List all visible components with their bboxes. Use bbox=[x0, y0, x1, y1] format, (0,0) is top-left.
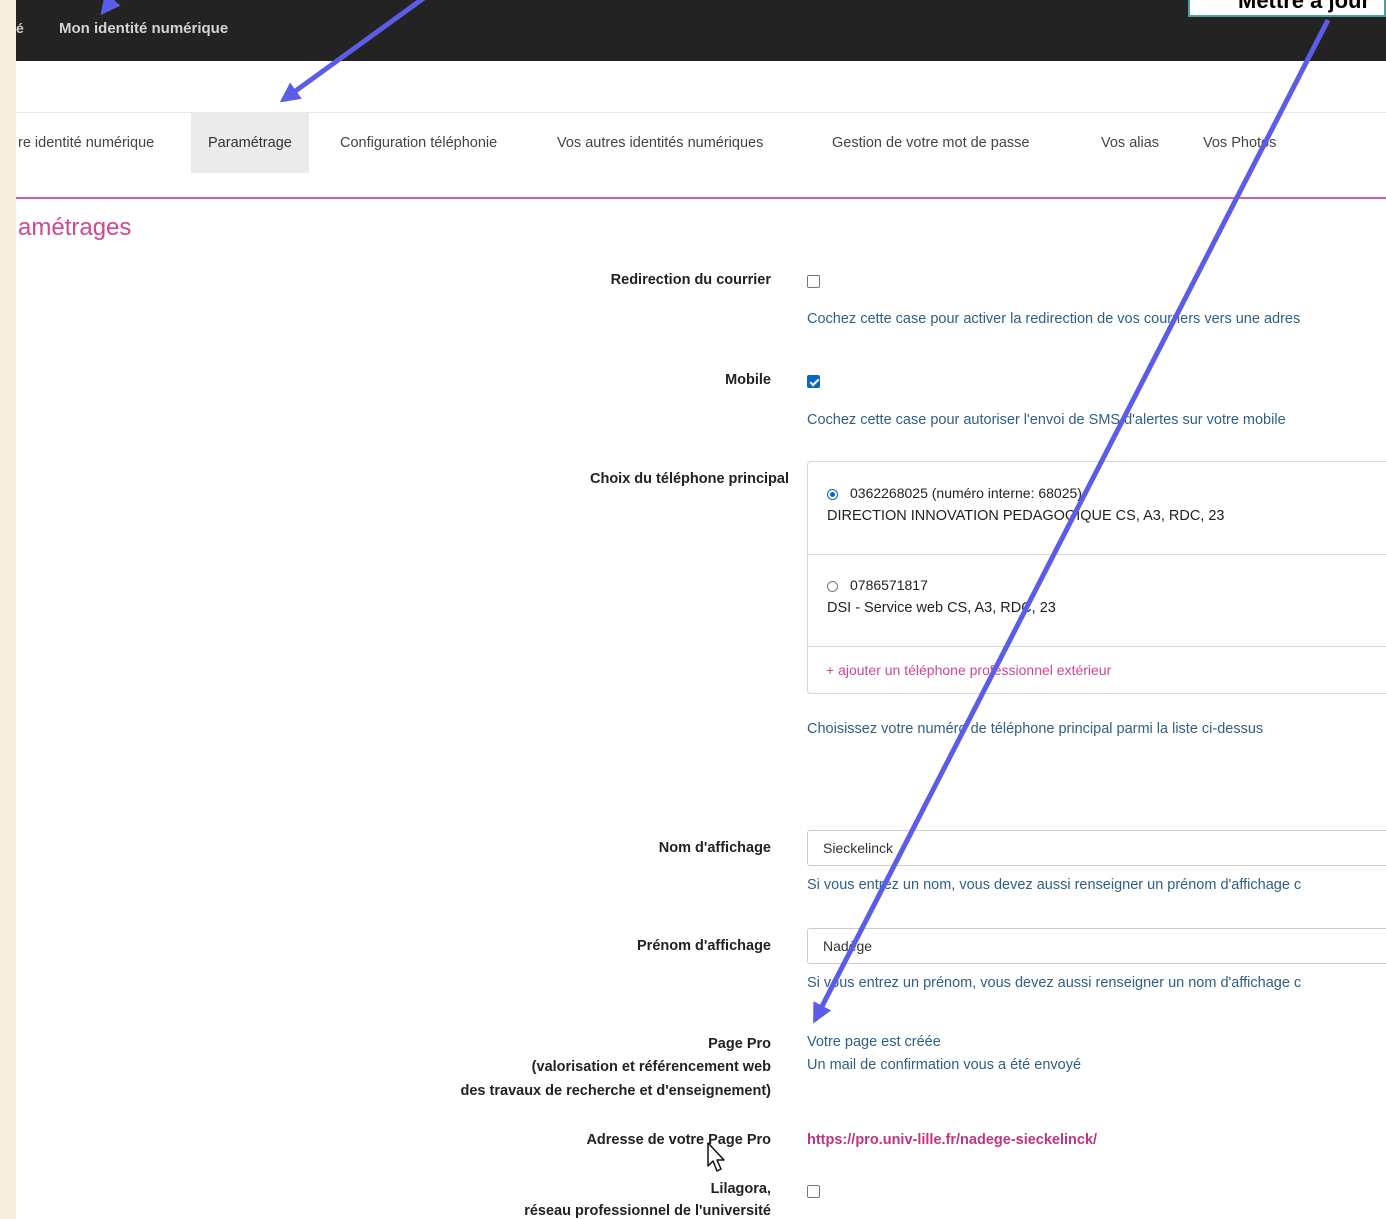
mobile-checkbox[interactable] bbox=[807, 375, 820, 388]
mobile-label: Mobile bbox=[725, 372, 771, 388]
phone-radio[interactable] bbox=[827, 581, 838, 592]
phone-options-list: 0362268025 (numéro interne: 68025) DIREC… bbox=[807, 461, 1386, 694]
tab-label: Vos alias bbox=[1101, 135, 1160, 151]
app-title[interactable]: Mon identité numérique bbox=[59, 20, 228, 37]
brand-glyph[interactable]: é bbox=[16, 20, 24, 36]
page-pro-confirmation: Un mail de confirmation vous a été envoy… bbox=[807, 1057, 1082, 1073]
add-external-phone-link[interactable]: + ajouter un téléphone professionnel ext… bbox=[826, 662, 1111, 678]
lilagora-label: Lilagora, bbox=[710, 1181, 771, 1197]
display-firstname-help: Si vous entrez un prénom, vous devez aus… bbox=[807, 975, 1302, 991]
page-pro-label-line2: (valorisation et référencement web bbox=[531, 1059, 771, 1075]
page-pro-label: Page Pro bbox=[708, 1036, 771, 1052]
tab-autres-identites[interactable]: Vos autres identités numériques bbox=[557, 113, 763, 173]
annotation-callout: Mettre à jour bbox=[1188, 0, 1386, 17]
display-name-help: Si vous entrez un nom, vous devez aussi … bbox=[807, 877, 1302, 893]
phone-choice-help: Choisissez votre numéro de téléphone pri… bbox=[807, 721, 1264, 737]
tab-identite-numerique[interactable]: re identité numérique bbox=[18, 113, 154, 173]
callout-text: Mettre à jour bbox=[1238, 0, 1371, 13]
phone-option[interactable]: 0362268025 (numéro interne: 68025) DIREC… bbox=[808, 462, 1386, 555]
phone-number: 0362268025 (numéro interne: 68025) bbox=[850, 485, 1082, 501]
phone-location: DSI - Service web CS, A3, RDC, 23 bbox=[827, 600, 1056, 616]
tab-photos[interactable]: Vos Photos bbox=[1203, 113, 1276, 173]
mobile-help: Cochez cette case pour autoriser l'envoi… bbox=[807, 412, 1286, 428]
lilagora-label-line2: réseau professionnel de l'université bbox=[524, 1203, 771, 1219]
tab-label: Vos autres identités numériques bbox=[557, 135, 764, 151]
tab-label: Gestion de votre mot de passe bbox=[832, 135, 1030, 151]
tab-alias[interactable]: Vos alias bbox=[1101, 113, 1159, 173]
tab-configuration-telephonie[interactable]: Configuration téléphonie bbox=[340, 113, 497, 173]
page-pro-address-label: Adresse de votre Page Pro bbox=[586, 1132, 771, 1148]
tab-bar: re identité numérique Paramétrage Config… bbox=[16, 112, 1386, 174]
display-name-label: Nom d'affichage bbox=[658, 840, 771, 856]
tab-label: re identité numérique bbox=[18, 135, 155, 151]
page-pro-status: Votre page est créée bbox=[807, 1034, 941, 1050]
display-firstname-label: Prénom d'affichage bbox=[637, 938, 771, 954]
display-name-input[interactable]: Sieckelinck bbox=[807, 830, 1386, 866]
top-navbar: é Mon identité numérique bbox=[16, 0, 1386, 61]
page-pro-url-link[interactable]: https://pro.univ-lille.fr/nadege-sieckel… bbox=[807, 1132, 1097, 1148]
tab-parametrage[interactable]: Paramétrage bbox=[191, 113, 309, 173]
phone-radio-selected[interactable] bbox=[827, 489, 838, 500]
tab-label: Configuration téléphonie bbox=[340, 135, 498, 151]
display-firstname-input[interactable]: Nadège bbox=[807, 928, 1386, 964]
redirection-checkbox[interactable] bbox=[807, 275, 820, 288]
phone-number: 0786571817 bbox=[850, 577, 928, 593]
section-divider bbox=[16, 197, 1386, 199]
redirection-label: Redirection du courrier bbox=[610, 272, 771, 288]
phone-location: DIRECTION INNOVATION PEDAGOGIQUE CS, A3,… bbox=[827, 508, 1225, 524]
lilagora-checkbox[interactable] bbox=[807, 1185, 820, 1198]
left-margin-strip bbox=[0, 0, 16, 1219]
page-title: amétrages bbox=[18, 214, 132, 241]
page-pro-label-line3: des travaux de recherche et d'enseigneme… bbox=[460, 1083, 771, 1099]
tab-mot-de-passe[interactable]: Gestion de votre mot de passe bbox=[832, 113, 1029, 173]
phone-choice-label: Choix du téléphone principal bbox=[590, 471, 789, 487]
redirection-help: Cochez cette case pour activer la redire… bbox=[807, 311, 1301, 327]
mouse-cursor-icon bbox=[707, 1142, 725, 1172]
tab-label: Vos Photos bbox=[1203, 135, 1277, 151]
phone-option[interactable]: 0786571817 DSI - Service web CS, A3, RDC… bbox=[808, 554, 1386, 647]
tab-label: Paramétrage bbox=[208, 135, 292, 151]
